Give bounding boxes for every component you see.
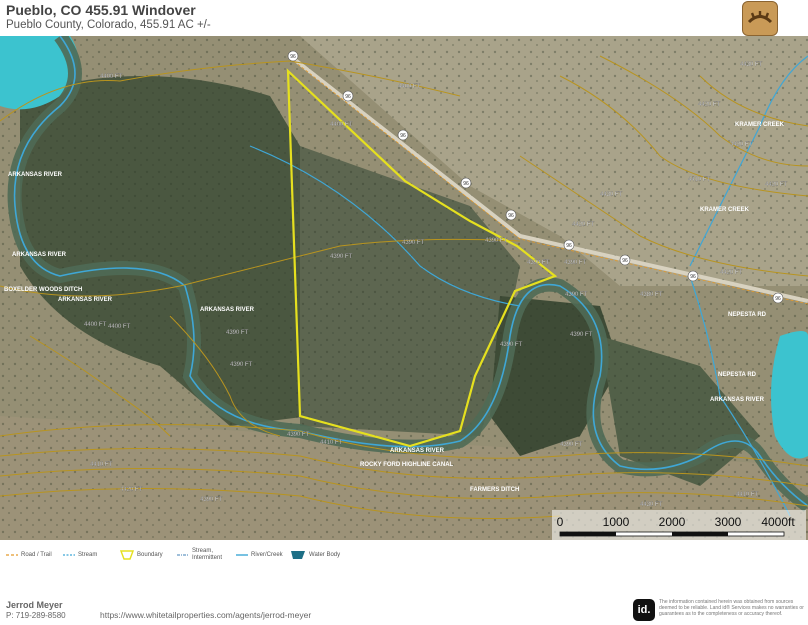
contour-label: 4390 FT <box>485 238 508 244</box>
contour-label: 4400 FT <box>330 122 353 128</box>
legend-stream-intermittent: Stream, Intermittent <box>177 548 232 561</box>
svg-text:96: 96 <box>400 133 406 139</box>
river-label: ARKANSAS RIVER <box>58 297 113 303</box>
contour-label: 4400 FT <box>84 322 107 328</box>
contour-label: 4420 FT <box>765 182 788 188</box>
contour-label: 4410 FT <box>320 440 343 446</box>
river-label: ARKANSAS RIVER <box>390 448 445 454</box>
svg-text:96: 96 <box>463 181 469 187</box>
map-view[interactable]: 96 96 96 96 96 96 96 96 96 4400 FT 4400 … <box>0 31 808 540</box>
road-label: NEPESTA RD <box>718 372 757 378</box>
river-label: ARKANSAS RIVER <box>200 307 255 313</box>
scale-tick: 2000 <box>659 515 686 529</box>
contour-label: 4390 FT <box>560 442 583 448</box>
svg-text:96: 96 <box>508 213 514 219</box>
road-label: BOXELDER WOODS DITCH <box>4 287 82 293</box>
river-label: ARKANSAS RIVER <box>710 397 765 403</box>
legend-boundary: Boundary <box>120 550 163 560</box>
contour-label: 4390 FT <box>330 254 353 260</box>
river-label: ARKANSAS RIVER <box>12 252 67 258</box>
road-label: NEPESTA RD <box>728 312 767 318</box>
contour-label: 4410 FT <box>736 492 759 498</box>
creek-label: KRAMER CREEK <box>735 122 785 128</box>
scale-tick: 0 <box>557 515 564 529</box>
contour-label: 4390 FT <box>500 342 523 348</box>
land-id-logo: id. <box>633 599 655 621</box>
contour-label: 4420 FT <box>698 102 721 108</box>
contour-label: 4430 FT <box>640 502 663 508</box>
map-scale-bar: 0 1000 2000 3000 4000ft <box>552 510 806 540</box>
contour-label: 4420 FT <box>572 222 595 228</box>
header: Pueblo, CO 455.91 Windover Pueblo County… <box>0 0 808 36</box>
contour-label: 4400 FT <box>108 324 131 330</box>
scale-tick: 3000 <box>715 515 742 529</box>
contour-label: 4420 FT <box>720 270 743 276</box>
water-body-swatch-icon <box>291 551 305 559</box>
map-legend: Road / Trail Stream Boundary Stream, Int… <box>0 544 808 566</box>
legend-label: River/Creek <box>251 552 283 558</box>
antler-logo-icon <box>747 11 773 24</box>
legend-label: Boundary <box>137 552 163 558</box>
aerial-map[interactable]: 96 96 96 96 96 96 96 96 96 4400 FT 4400 … <box>0 31 808 540</box>
agent-name: Jerrod Meyer <box>6 600 63 610</box>
road-label: FARMERS DITCH <box>470 487 519 493</box>
legend-label: Stream, Intermittent <box>192 548 223 561</box>
svg-text:96: 96 <box>290 54 296 60</box>
contour-label: 4390 FT <box>565 292 588 298</box>
river-creek-swatch-icon <box>236 554 248 556</box>
stream-intermittent-swatch-icon <box>177 554 189 556</box>
legend-label: Stream <box>78 552 98 558</box>
contour-label: 4400 FT <box>100 74 123 80</box>
svg-text:96: 96 <box>622 258 628 264</box>
contour-label: 4390 FT <box>564 260 587 266</box>
road-label: ROCKY FORD HIGHLINE CANAL <box>360 462 454 468</box>
contour-label: 4400 FT <box>398 84 421 90</box>
legend-river-creek: River/Creek <box>236 550 283 560</box>
contour-label: 4420 FT <box>730 142 753 148</box>
contour-label: 4390 FT <box>402 240 425 246</box>
scale-tick: 4000ft <box>761 515 795 529</box>
contour-label: 4410 FT <box>688 177 711 183</box>
road-trail-swatch-icon <box>6 554 18 556</box>
page-title: Pueblo, CO 455.91 Windover <box>6 2 196 18</box>
contour-label: 4390 FT <box>226 330 249 336</box>
legend-label: Water Body <box>309 552 341 558</box>
contour-label: 4390 FT <box>230 362 253 368</box>
river-label: ARKANSAS RIVER <box>8 172 63 178</box>
legend-road-trail: Road / Trail <box>6 550 52 560</box>
legend-water-body: Water Body <box>290 550 340 560</box>
creek-label: KRAMER CREEK <box>700 207 750 213</box>
contour-label: 4390 FT <box>287 432 310 438</box>
stream-swatch-icon <box>63 554 75 556</box>
brand-logo <box>742 1 778 36</box>
boundary-swatch-icon <box>120 550 134 560</box>
page-subtitle: Pueblo County, Colorado, 455.91 AC +/- <box>6 19 211 31</box>
legend-label: Road / Trail <box>21 552 52 558</box>
contour-label: 4390 FT <box>570 332 593 338</box>
svg-text:96: 96 <box>345 94 351 100</box>
contour-label: 4380 FT <box>640 292 663 298</box>
contour-label: 4390 FT <box>200 497 223 503</box>
svg-text:96: 96 <box>775 296 781 302</box>
svg-text:96: 96 <box>690 274 696 280</box>
contour-label: 4420 FT <box>120 487 143 493</box>
contour-label: 4390 FT <box>527 260 550 266</box>
agent-url-link[interactable]: https://www.whitetailproperties.com/agen… <box>100 610 311 620</box>
disclaimer-text: The information contained herein was obt… <box>659 599 804 617</box>
scale-tick: 1000 <box>603 515 630 529</box>
contour-label: 4430 FT <box>600 192 623 198</box>
contour-label: 4430 FT <box>740 62 763 68</box>
contour-label: 4410 FT <box>90 462 113 468</box>
scale-graphic: 0 1000 2000 3000 4000ft <box>557 515 795 537</box>
svg-text:96: 96 <box>566 243 572 249</box>
agent-phone[interactable]: P: 719-289-8580 <box>6 611 66 620</box>
legend-stream: Stream <box>63 550 97 560</box>
